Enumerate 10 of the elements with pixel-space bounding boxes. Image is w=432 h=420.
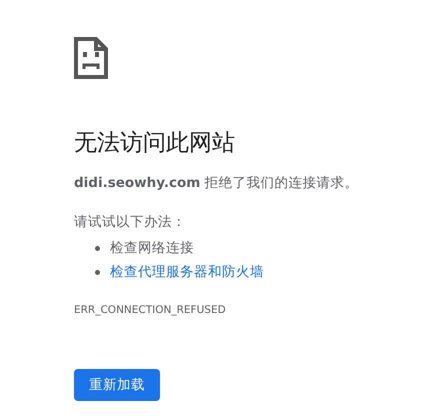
error-message: didi.seowhy.com 拒绝了我们的连接请求。 [74,174,360,193]
sad-page-icon [74,37,108,79]
suggestion-link[interactable]: 检查代理服务器和防火墙 [110,263,264,281]
suggestion-text: 检查网络连接 [110,239,194,257]
error-code: ERR_CONNECTION_REFUSED [74,304,227,316]
suggestions-heading: 请试试以下办法： [74,213,187,232]
bullet-icon [95,270,100,274]
reload-button[interactable]: 重新加载 [74,369,160,401]
bullet-icon [95,246,100,250]
error-title: 无法访问此网站 [74,129,236,158]
